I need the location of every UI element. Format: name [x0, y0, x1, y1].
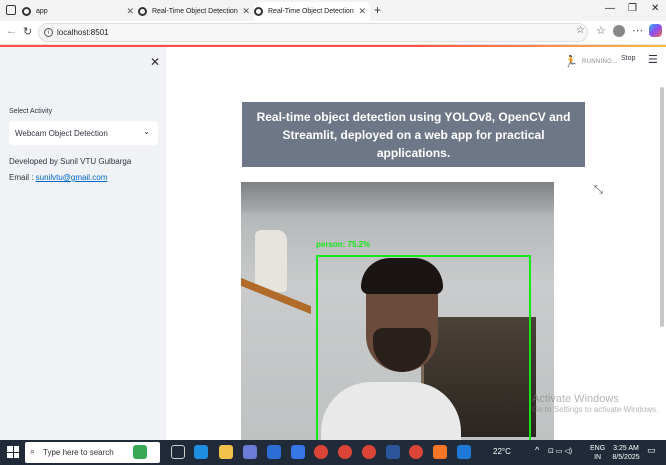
word-icon[interactable]: [386, 445, 400, 459]
streamlit-favicon-icon: [254, 7, 263, 16]
tab-title: Real-Time Object Detection: [152, 8, 238, 15]
activity-select[interactable]: Webcam Object Detection ⌄: [9, 121, 158, 145]
tab-actions-icon[interactable]: [6, 5, 16, 15]
profile-avatar[interactable]: [613, 25, 625, 37]
tray-overflow-icon[interactable]: ^: [535, 446, 539, 455]
sidebar: ✕ Select Activity Webcam Object Detectio…: [0, 47, 166, 440]
chrome-icon-2[interactable]: [338, 445, 352, 459]
address-bar: ← ↻ i localhost:8501 ☆ ☆ ⋯: [0, 21, 666, 45]
activate-windows-watermark: Activate Windows Go to Settings to activ…: [532, 393, 658, 414]
tab-title: Real-Time Object Detection: [268, 8, 354, 15]
weather-temperature[interactable]: 22°C: [493, 447, 511, 456]
watermark-title: Activate Windows: [532, 393, 619, 405]
refresh-icon[interactable]: ↻: [23, 25, 32, 38]
tab-object-detection-2[interactable]: Real-Time Object Detection ✕: [254, 2, 370, 21]
close-tab-icon[interactable]: ✕: [358, 6, 366, 17]
description-banner: Real-time object detection using YOLOv8,…: [242, 102, 585, 167]
mail-icon[interactable]: [291, 445, 305, 459]
close-tab-icon[interactable]: ✕: [242, 6, 250, 17]
clock-time: 3:25 AM: [613, 445, 639, 452]
streamlit-favicon-icon: [22, 7, 31, 16]
webcam-feed: person: 75.2%: [241, 182, 554, 440]
tray-system-icons[interactable]: ⊡ ▭ ◁): [548, 447, 572, 456]
stop-button[interactable]: Stop: [621, 55, 635, 62]
taskbar-search-placeholder: Type here to search: [43, 448, 114, 457]
new-tab-icon[interactable]: +: [374, 3, 381, 17]
email-link[interactable]: sunilvtu@gmail.com: [36, 173, 108, 182]
email-line: Email : sunilvtu@gmail.com: [9, 173, 107, 182]
running-man-icon: 🏃: [564, 56, 578, 68]
chrome-icon-1[interactable]: [314, 445, 328, 459]
favorite-star-icon[interactable]: ☆: [576, 25, 585, 36]
windows-start-icon[interactable]: [7, 446, 19, 458]
close-window-icon[interactable]: ✕: [651, 3, 659, 14]
clock[interactable]: 3:25 AM 8/5/2025: [610, 444, 642, 462]
running-status: 🏃 RUNNING...: [564, 55, 618, 68]
site-info-icon[interactable]: i: [44, 28, 53, 37]
detection-bounding-box: [316, 255, 531, 440]
main-content: 🏃 RUNNING... Stop ☰ Real-time object det…: [166, 47, 666, 440]
file-explorer-icon[interactable]: [219, 445, 233, 459]
clock-date: 8/5/2025: [612, 454, 640, 461]
streamlit-favicon-icon: [138, 7, 147, 16]
task-view-icon[interactable]: [171, 445, 185, 459]
favorites-icon[interactable]: ☆: [596, 24, 606, 37]
back-icon[interactable]: ←: [6, 25, 17, 37]
close-sidebar-icon[interactable]: ✕: [150, 55, 160, 69]
hamburger-menu-icon[interactable]: ☰: [648, 53, 658, 66]
url-field[interactable]: i localhost:8501: [38, 23, 588, 42]
windows-taskbar: ⌕ Type here to search 22°C ^ ⊡ ▭ ◁) ENG …: [0, 440, 666, 465]
chevron-down-icon: ⌄: [143, 127, 150, 136]
email-label: Email :: [9, 173, 36, 182]
restore-icon[interactable]: ❐: [628, 3, 637, 14]
activity-select-value: Webcam Object Detection: [15, 128, 108, 138]
webcam-cloth: [255, 230, 287, 292]
running-status-text: RUNNING...: [582, 58, 618, 65]
webcam-ceiling: [241, 182, 554, 212]
tab-object-detection-1[interactable]: Real-Time Object Detection ✕: [138, 2, 254, 21]
lang-code: ENG: [590, 445, 606, 452]
watermark-subtitle: Go to Settings to activate Windows.: [532, 405, 659, 414]
copilot-icon[interactable]: [649, 24, 662, 37]
detection-label: person: 75.2%: [316, 240, 371, 249]
scrollbar[interactable]: [660, 87, 664, 327]
region-code: IN: [594, 454, 602, 461]
edge-icon[interactable]: [194, 445, 208, 459]
developer-credit: Developed by Sunil VTU Gulbarga: [9, 157, 132, 166]
copilot-taskbar-icon[interactable]: [243, 445, 257, 459]
chrome-icon-4[interactable]: [409, 445, 423, 459]
close-tab-icon[interactable]: ✕: [126, 6, 134, 17]
vscode-icon[interactable]: [457, 445, 471, 459]
search-icon: ⌕: [30, 446, 36, 456]
tab-app[interactable]: app ✕: [22, 2, 138, 21]
store-icon[interactable]: [267, 445, 281, 459]
select-activity-label: Select Activity: [9, 108, 53, 115]
url-text: localhost:8501: [57, 28, 109, 37]
fullscreen-icon[interactable]: ⤡: [594, 184, 603, 197]
widget-icon[interactable]: [133, 445, 147, 459]
chrome-icon-3[interactable]: [362, 445, 376, 459]
jupyter-icon[interactable]: [433, 445, 447, 459]
more-options-icon[interactable]: ⋯: [632, 24, 643, 37]
minimize-icon[interactable]: —: [605, 3, 615, 14]
notification-icon[interactable]: ▭: [647, 446, 656, 455]
language-indicator[interactable]: ENG IN: [590, 444, 605, 462]
tab-title: app: [36, 8, 48, 15]
browser-tab-bar: app ✕ Real-Time Object Detection ✕ Real-…: [0, 0, 666, 21]
